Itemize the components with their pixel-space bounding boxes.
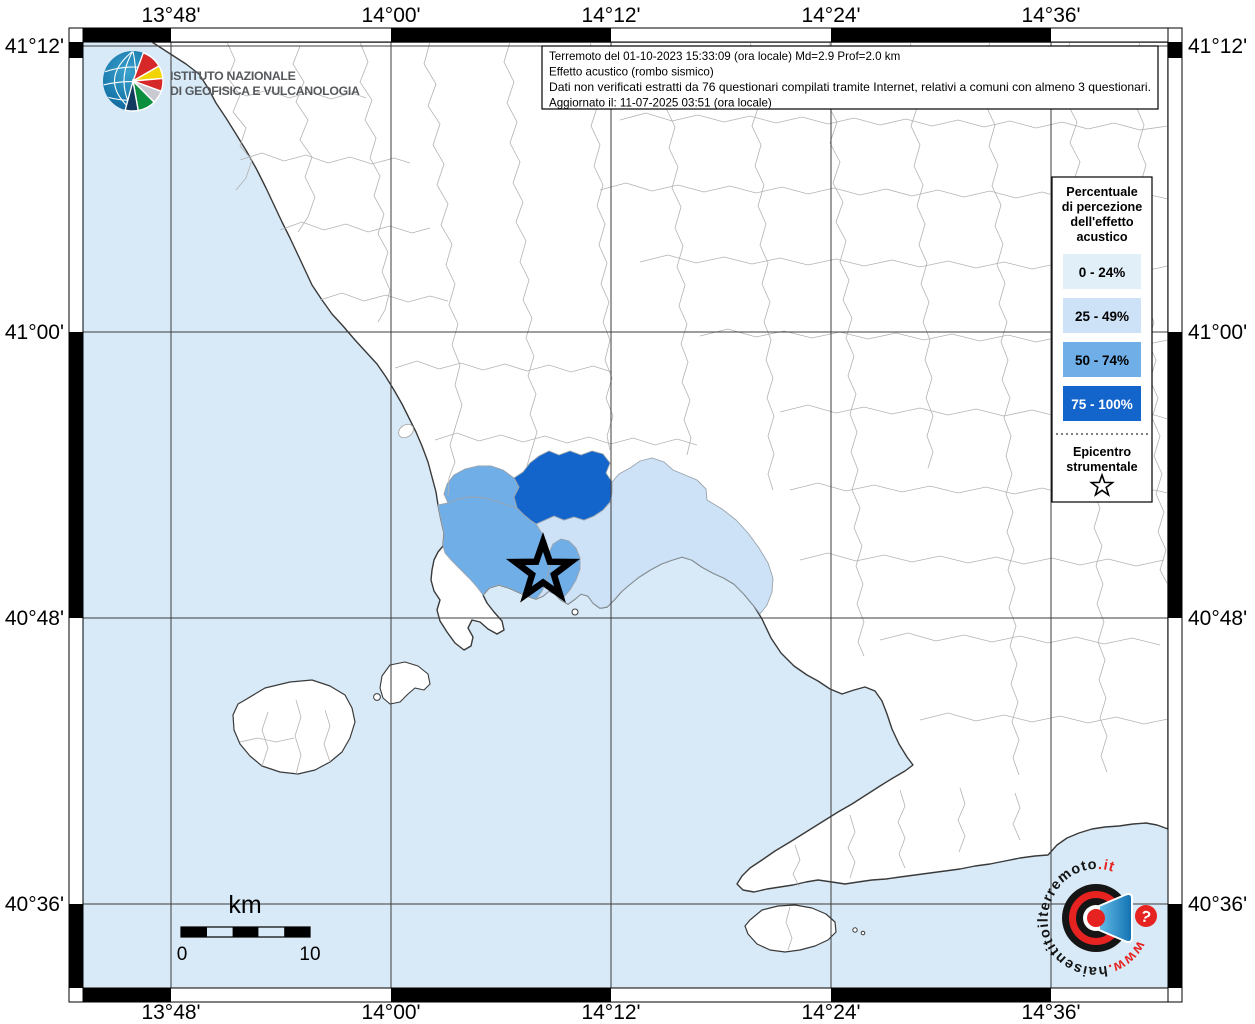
lon-label-bottom-4: 14°36' <box>1021 1001 1080 1024</box>
scale-start-label: 0 <box>177 944 188 965</box>
map-interior <box>83 42 1168 988</box>
lon-label-bottom-3: 14°24' <box>801 1001 860 1024</box>
event-title-line3: Dati non verificati estratti da 76 quest… <box>549 81 1151 94</box>
lat-label-right-3: 40°36' <box>1188 893 1247 916</box>
legend-label-50-74: 50 - 74% <box>1075 353 1129 368</box>
legend-epicenter-line1: Epicentro <box>1073 445 1131 459</box>
legend-label-0-24: 0 - 24% <box>1079 265 1126 280</box>
legend-title-line4: acustico <box>1076 230 1127 244</box>
event-title-line4: Aggiornato il: 11-07-2025 03:51 (ora loc… <box>549 97 772 110</box>
legend-title-line2: di percezione <box>1062 200 1142 214</box>
map-page: 13°48' 14°00' 14°12' 14°24' 14°36' 13°48… <box>0 0 1255 1024</box>
ingv-globe-icon <box>103 51 164 112</box>
lon-label-bottom-1: 14°00' <box>361 1001 420 1024</box>
islet-li-galli-2 <box>860 930 866 936</box>
lat-label-right-2: 40°48' <box>1188 607 1247 630</box>
lon-label-top-3: 14°24' <box>801 4 860 27</box>
legend-label-25-49: 25 - 49% <box>1075 309 1129 324</box>
event-title-line2: Effetto acustico (rombo sismico) <box>549 66 714 79</box>
lat-label-right-0: 41°12' <box>1188 35 1247 58</box>
lat-label-right-1: 41°00' <box>1188 321 1247 344</box>
legend: Percentuale di percezione dell'effetto a… <box>1051 176 1153 503</box>
lon-label-top-2: 14°12' <box>581 4 640 27</box>
lon-label-bottom-2: 14°12' <box>581 1001 640 1024</box>
map-canvas: 13°48' 14°00' 14°12' 14°24' 14°36' 13°48… <box>0 0 1255 1024</box>
lon-label-top-0: 13°48' <box>141 4 200 27</box>
event-title-box: Terremoto del 01-10-2023 15:33:09 (ora l… <box>541 45 1159 110</box>
lon-label-bottom-0: 13°48' <box>141 1001 200 1024</box>
lon-label-top-1: 14°00' <box>361 4 420 27</box>
event-title-line1: Terremoto del 01-10-2023 15:33:09 (ora l… <box>549 50 900 63</box>
scale-unit-label: km <box>228 891 261 919</box>
lat-label-left-3: 40°36' <box>5 893 64 916</box>
lat-label-left-0: 41°12' <box>5 35 64 58</box>
islet-li-galli-1 <box>852 927 858 933</box>
lat-label-left-1: 41°00' <box>5 321 64 344</box>
lat-label-left-2: 40°48' <box>5 607 64 630</box>
legend-title-line1: Percentuale <box>1066 185 1137 199</box>
island-vivara <box>373 693 381 701</box>
lon-label-top-4: 14°36' <box>1021 4 1080 27</box>
site-logo-center-dot <box>1087 909 1105 927</box>
scale-end-label: 10 <box>299 944 320 965</box>
ingv-name-line1: ISTITUTO NAZIONALE <box>170 69 296 83</box>
legend-epicenter-line2: strumentale <box>1066 460 1137 474</box>
legend-label-75-100: 75 - 100% <box>1071 397 1133 412</box>
islet-nisida <box>571 608 579 616</box>
ingv-name-line2: DI GEOFISICA E VULCANOLOGIA <box>170 84 360 98</box>
legend-title-line3: dell'effetto <box>1070 215 1133 229</box>
